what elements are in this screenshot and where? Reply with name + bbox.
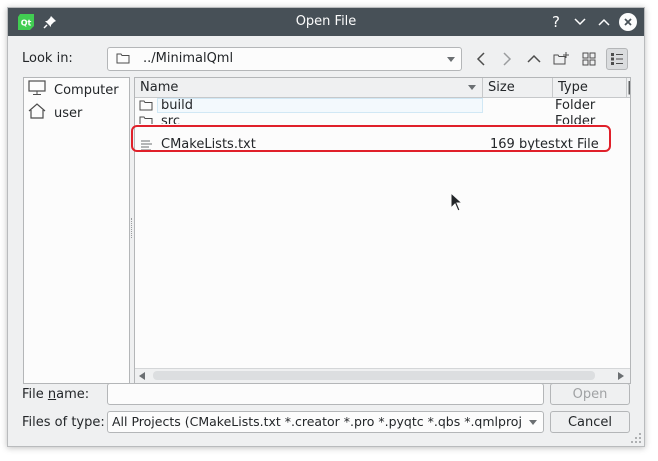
sidebar-item-computer[interactable]: Computer — [28, 80, 119, 100]
look-in-label: Look in: — [22, 51, 73, 66]
folder-icon — [139, 99, 153, 115]
table-row[interactable]: src Folder — [135, 114, 630, 124]
scroll-right-icon — [618, 372, 624, 380]
column-header-name[interactable]: Name — [135, 78, 483, 98]
open-file-dialog: Qt Open File ? Look in: ../MinimalQml Co… — [7, 7, 645, 447]
file-name: src — [161, 114, 180, 124]
chevron-up-icon — [598, 18, 610, 26]
sidebar-item-user[interactable]: user — [28, 103, 82, 123]
chevron-left-icon — [476, 52, 485, 66]
file-name-input[interactable] — [107, 383, 544, 405]
file-type: Folder — [555, 98, 596, 113]
path-text: ../MinimalQml — [143, 51, 234, 66]
horizontal-scrollbar[interactable] — [135, 368, 630, 383]
cancel-button[interactable]: Cancel — [550, 411, 630, 433]
highlight-annotation — [131, 125, 611, 152]
focus-outline — [157, 98, 483, 113]
file-list-view[interactable]: Name Size Type | build Folder src Folder… — [134, 77, 631, 384]
home-icon — [28, 103, 46, 123]
forward-button[interactable] — [496, 48, 518, 70]
close-button[interactable] — [618, 12, 638, 32]
look-in-combo[interactable]: ../MinimalQml — [107, 47, 462, 71]
back-button[interactable] — [470, 48, 492, 70]
title-bar[interactable]: Qt Open File ? — [8, 8, 644, 36]
new-folder-button[interactable] — [550, 48, 572, 70]
help-button[interactable]: ? — [546, 12, 566, 32]
folder-icon — [116, 52, 130, 68]
file-type: Folder — [555, 114, 596, 124]
open-button[interactable]: Open — [550, 383, 630, 405]
file-name-label: File name: — [22, 387, 90, 402]
chevron-up-icon — [527, 54, 541, 63]
scrollbar-thumb[interactable] — [153, 371, 595, 380]
computer-icon — [28, 80, 46, 100]
scroll-left-icon — [139, 372, 145, 380]
sort-descending-icon — [468, 85, 476, 90]
new-folder-icon — [553, 52, 569, 65]
folder-icon — [139, 115, 153, 124]
grid-view-icon — [582, 52, 596, 66]
files-of-type-label: Files of type: — [22, 415, 105, 430]
table-row[interactable]: build Folder — [135, 98, 630, 114]
chevron-down-icon — [447, 57, 455, 62]
chevron-down-icon — [574, 18, 586, 26]
parent-directory-button[interactable] — [523, 48, 545, 70]
minimize-button[interactable] — [570, 12, 590, 32]
sidebar-item-label: Computer — [54, 82, 119, 98]
mouse-cursor-icon — [450, 192, 462, 212]
sidebar-item-label: user — [54, 105, 83, 121]
file-name: build — [161, 98, 193, 113]
chevron-down-icon — [529, 420, 537, 425]
column-header-extra[interactable]: | — [627, 78, 630, 98]
detail-view-icon — [611, 53, 623, 65]
close-icon — [624, 18, 632, 26]
column-header-type[interactable]: Type — [553, 78, 627, 98]
column-header-size[interactable]: Size — [483, 78, 553, 98]
places-sidebar: Computer user — [23, 77, 130, 384]
file-type-combo[interactable]: All Projects (CMakeLists.txt *.creator *… — [107, 411, 544, 433]
detail-view-button[interactable] — [606, 48, 628, 70]
maximize-button[interactable] — [594, 12, 614, 32]
list-view-button[interactable] — [578, 48, 600, 70]
resize-grip-icon[interactable] — [630, 432, 642, 444]
chevron-right-icon — [503, 52, 512, 66]
